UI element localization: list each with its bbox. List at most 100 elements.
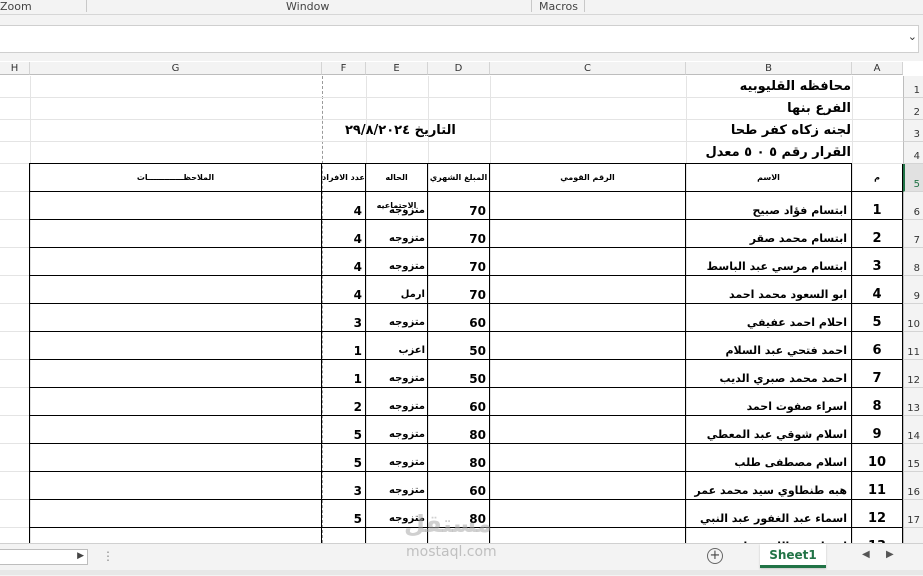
row-monthly-amount[interactable]: 80 xyxy=(428,444,490,472)
row-index[interactable]: 7 xyxy=(852,360,903,388)
add-sheet-button[interactable]: + xyxy=(707,548,723,564)
chevron-down-icon[interactable]: ⌄ xyxy=(908,30,917,43)
scroll-right-arrow-icon[interactable]: ▶ xyxy=(77,551,84,561)
row-name[interactable]: هبه طنطاوي سيد محمد عمر xyxy=(686,472,852,500)
column-header-b[interactable]: B xyxy=(686,62,852,75)
row-index[interactable]: 3 xyxy=(852,248,903,276)
row-name[interactable]: اسماء عبد الله شحاته xyxy=(686,528,852,543)
row-notes[interactable] xyxy=(30,220,322,248)
row-family-count[interactable]: 1 xyxy=(322,332,366,360)
row-notes[interactable] xyxy=(30,248,322,276)
header-national-id[interactable]: الرقم القومي xyxy=(490,164,686,192)
row-notes[interactable] xyxy=(30,360,322,388)
row-social-status[interactable]: متزوجه xyxy=(366,360,428,388)
row-monthly-amount[interactable]: 50 xyxy=(428,360,490,388)
row-national-id[interactable] xyxy=(490,192,686,220)
row-header[interactable]: 4 xyxy=(903,142,923,164)
header-monthly-amount[interactable]: المبلغ الشهري xyxy=(428,164,490,192)
row-social-status[interactable]: متزوجه xyxy=(366,304,428,332)
row-index[interactable]: 10 xyxy=(852,444,903,472)
row-monthly-amount[interactable]: 50 xyxy=(428,332,490,360)
row-header[interactable]: 2 xyxy=(903,98,923,120)
tab-nav-right-icon[interactable]: ▶ xyxy=(886,549,894,560)
row-monthly-amount[interactable]: 70 xyxy=(428,192,490,220)
row-header[interactable]: 16 xyxy=(903,472,923,500)
row-header[interactable]: 9 xyxy=(903,276,923,304)
row-notes[interactable] xyxy=(30,444,322,472)
tab-nav-left-icon[interactable]: ◀ xyxy=(862,549,870,560)
row-header[interactable]: 3 xyxy=(903,120,923,142)
column-header-c[interactable]: C xyxy=(490,62,686,75)
row-header[interactable]: 10 xyxy=(903,304,923,332)
row-index[interactable]: 6 xyxy=(852,332,903,360)
row-family-count[interactable] xyxy=(322,528,366,543)
column-header-d[interactable]: D xyxy=(428,62,490,75)
row-family-count[interactable]: 5 xyxy=(322,444,366,472)
row-header[interactable]: 15 xyxy=(903,444,923,472)
row-name[interactable]: ابو السعود محمد احمد xyxy=(686,276,852,304)
row-national-id[interactable] xyxy=(490,388,686,416)
row-index[interactable]: 4 xyxy=(852,276,903,304)
row-header[interactable]: 17 xyxy=(903,500,923,528)
row-family-count[interactable]: 3 xyxy=(322,472,366,500)
row-family-count[interactable]: 2 xyxy=(322,388,366,416)
more-options-icon[interactable]: ⋮ xyxy=(102,549,114,563)
row-family-count[interactable]: 4 xyxy=(322,192,366,220)
row-notes[interactable] xyxy=(30,416,322,444)
row-header[interactable]: 1 xyxy=(903,76,923,98)
row-social-status[interactable]: ارمل xyxy=(366,276,428,304)
row-name[interactable]: اسلام مصطفى طلب xyxy=(686,444,852,472)
row-index[interactable]: 5 xyxy=(852,304,903,332)
row-social-status[interactable]: متزوجه xyxy=(366,472,428,500)
row-name[interactable]: اسراء صفوت احمد xyxy=(686,388,852,416)
row-header[interactable]: 14 xyxy=(903,416,923,444)
header-index[interactable]: م xyxy=(852,164,903,192)
row-notes[interactable] xyxy=(30,472,322,500)
row-name[interactable]: ابتسام فؤاد صبيح xyxy=(686,192,852,220)
row-family-count[interactable]: 3 xyxy=(322,304,366,332)
sheet-tab-sheet1[interactable]: Sheet1 xyxy=(760,544,826,568)
row-national-id[interactable] xyxy=(490,472,686,500)
column-header-e[interactable]: E xyxy=(366,62,428,75)
row-monthly-amount[interactable]: 60 xyxy=(428,388,490,416)
row-header[interactable]: 5 xyxy=(903,164,923,192)
row-national-id[interactable] xyxy=(490,500,686,528)
row-national-id[interactable] xyxy=(490,220,686,248)
row-family-count[interactable]: 4 xyxy=(322,248,366,276)
row-header[interactable]: 12 xyxy=(903,360,923,388)
row-index[interactable]: 9 xyxy=(852,416,903,444)
row-national-id[interactable] xyxy=(490,276,686,304)
row-social-status[interactable]: متزوجه xyxy=(366,388,428,416)
row-notes[interactable] xyxy=(30,528,322,543)
column-header-h[interactable]: H xyxy=(0,62,30,75)
row-national-id[interactable] xyxy=(490,444,686,472)
row-header[interactable]: 11 xyxy=(903,332,923,360)
row-name[interactable]: اسماء عبد الغفور عبد النبي xyxy=(686,500,852,528)
row-monthly-amount[interactable]: 60 xyxy=(428,472,490,500)
row-notes[interactable] xyxy=(30,332,322,360)
row-social-status[interactable]: متزوجه xyxy=(366,444,428,472)
row-name[interactable]: ابتسام مرسي عبد الباسط xyxy=(686,248,852,276)
row-index[interactable]: 2 xyxy=(852,220,903,248)
row-national-id[interactable] xyxy=(490,332,686,360)
column-header-a[interactable]: A xyxy=(852,62,903,75)
row-social-status[interactable]: متزوجه xyxy=(366,220,428,248)
row-social-status[interactable]: متزوجه xyxy=(366,416,428,444)
worksheet-grid[interactable]: محافظه القليوبيه الفرع بنها لجنه زكاه كف… xyxy=(0,76,903,543)
row-monthly-amount[interactable]: 70 xyxy=(428,276,490,304)
row-family-count[interactable]: 4 xyxy=(322,220,366,248)
header-social-status[interactable]: الحاله الاجتماعيه xyxy=(366,164,428,210)
row-name[interactable]: اسلام شوقي عبد المعطي xyxy=(686,416,852,444)
row-social-status[interactable]: اعزب xyxy=(366,332,428,360)
row-header[interactable]: 7 xyxy=(903,220,923,248)
row-national-id[interactable] xyxy=(490,360,686,388)
row-header[interactable]: 8 xyxy=(903,248,923,276)
row-family-count[interactable]: 5 xyxy=(322,500,366,528)
row-national-id[interactable] xyxy=(490,248,686,276)
row-header[interactable]: 6 xyxy=(903,192,923,220)
row-name[interactable]: احمد فتحي عبد السلام xyxy=(686,332,852,360)
formula-input[interactable] xyxy=(0,25,919,53)
row-notes[interactable] xyxy=(30,388,322,416)
row-notes[interactable] xyxy=(30,192,322,220)
row-index[interactable]: 8 xyxy=(852,388,903,416)
